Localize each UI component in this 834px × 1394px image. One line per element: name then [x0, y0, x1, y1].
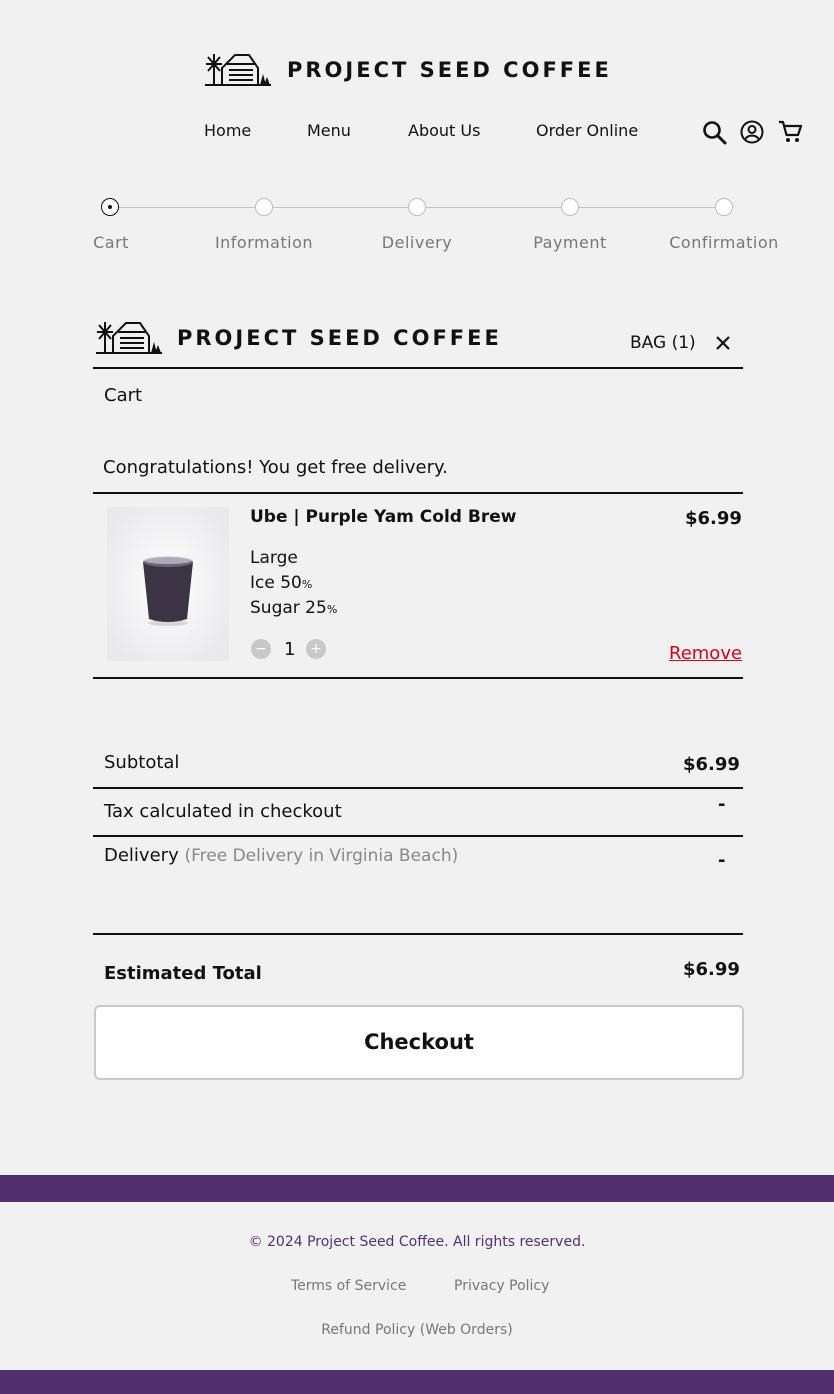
step-dot-payment: [561, 198, 579, 216]
checkout-button-label: Checkout: [364, 1030, 474, 1054]
option-ice-value: 50: [280, 573, 302, 593]
bag-logo: PROJECT SEED COFFEE: [96, 320, 526, 354]
delivery-row: Delivery (Free Delivery in Virginia Beac…: [104, 845, 458, 866]
checkout-button[interactable]: Checkout: [94, 1005, 744, 1080]
delivery-value: -: [718, 850, 726, 871]
bag-brand-name: PROJECT SEED COFFEE: [177, 326, 502, 350]
nav-menu[interactable]: Menu: [307, 121, 351, 140]
step-dot-delivery: [408, 198, 426, 216]
close-icon[interactable]: [715, 335, 731, 351]
product-name: Ube | Purple Yam Cold Brew: [250, 507, 517, 527]
decrease-quantity-button[interactable]: −: [251, 639, 271, 659]
increase-quantity-button[interactable]: +: [306, 639, 326, 659]
subtotal-label: Subtotal: [104, 752, 180, 773]
product-image: [107, 507, 229, 661]
free-delivery-notice: Congratulations! You get free delivery.: [103, 457, 448, 478]
step-dot-cart: [101, 198, 119, 216]
delivery-label: Delivery: [104, 845, 179, 866]
user-circle-icon[interactable]: [740, 120, 764, 144]
percent-sign: %: [301, 578, 313, 591]
product-price: $6.99: [685, 508, 742, 529]
tax-value: -: [718, 794, 726, 815]
nav-order-online[interactable]: Order Online: [536, 121, 638, 140]
privacy-policy-link[interactable]: Privacy Policy: [454, 1278, 549, 1294]
divider: [93, 367, 743, 369]
divider: [93, 835, 743, 837]
brand-name: PROJECT SEED COFFEE: [287, 58, 612, 82]
divider: [93, 492, 743, 494]
percent-sign: %: [326, 603, 338, 616]
divider: [93, 677, 743, 679]
option-size: Large: [250, 548, 298, 568]
step-label-information: Information: [214, 233, 314, 252]
step-label-confirmation: Confirmation: [669, 233, 779, 252]
footer-copyright: © 2024 Project Seed Coffee. All rights r…: [248, 1234, 586, 1250]
divider: [93, 787, 743, 789]
option-sugar-value: 25: [305, 598, 327, 618]
step-dot-information: [255, 198, 273, 216]
footer-bottom-bar: [0, 1370, 834, 1394]
subtotal-value: $6.99: [683, 754, 740, 775]
option-ice: Ice 50%: [250, 573, 312, 593]
header-logo[interactable]: PROJECT SEED COFFEE: [205, 52, 635, 88]
option-ice-label: Ice: [250, 573, 275, 593]
barn-logo-icon: [205, 54, 271, 86]
step-label-cart: Cart: [93, 233, 129, 252]
nav-home[interactable]: Home: [204, 121, 251, 140]
refund-policy-link[interactable]: Refund Policy (Web Orders): [0, 1322, 834, 1338]
quantity-value: 1: [284, 639, 296, 660]
remove-link[interactable]: Remove: [669, 643, 742, 664]
cart-section-title: Cart: [104, 385, 143, 406]
nav-about-us[interactable]: About Us: [408, 121, 480, 140]
step-label-delivery: Delivery: [381, 233, 453, 252]
tax-label: Tax calculated in checkout: [104, 801, 342, 822]
step-label-payment: Payment: [533, 233, 607, 252]
divider: [93, 933, 743, 935]
cart-icon[interactable]: [778, 120, 804, 144]
step-dot-confirmation: [715, 198, 733, 216]
footer-top-bar: [0, 1175, 834, 1202]
delivery-note: (Free Delivery in Virginia Beach): [184, 846, 459, 866]
option-sugar-label: Sugar: [250, 598, 300, 618]
terms-of-service-link[interactable]: Terms of Service: [291, 1278, 406, 1294]
search-icon[interactable]: [702, 120, 728, 146]
bag-count: BAG (1): [630, 333, 696, 353]
option-sugar: Sugar 25%: [250, 598, 337, 618]
estimated-total-value: $6.99: [683, 959, 740, 980]
barn-logo-icon: [96, 322, 162, 354]
estimated-total-label: Estimated Total: [104, 963, 262, 984]
